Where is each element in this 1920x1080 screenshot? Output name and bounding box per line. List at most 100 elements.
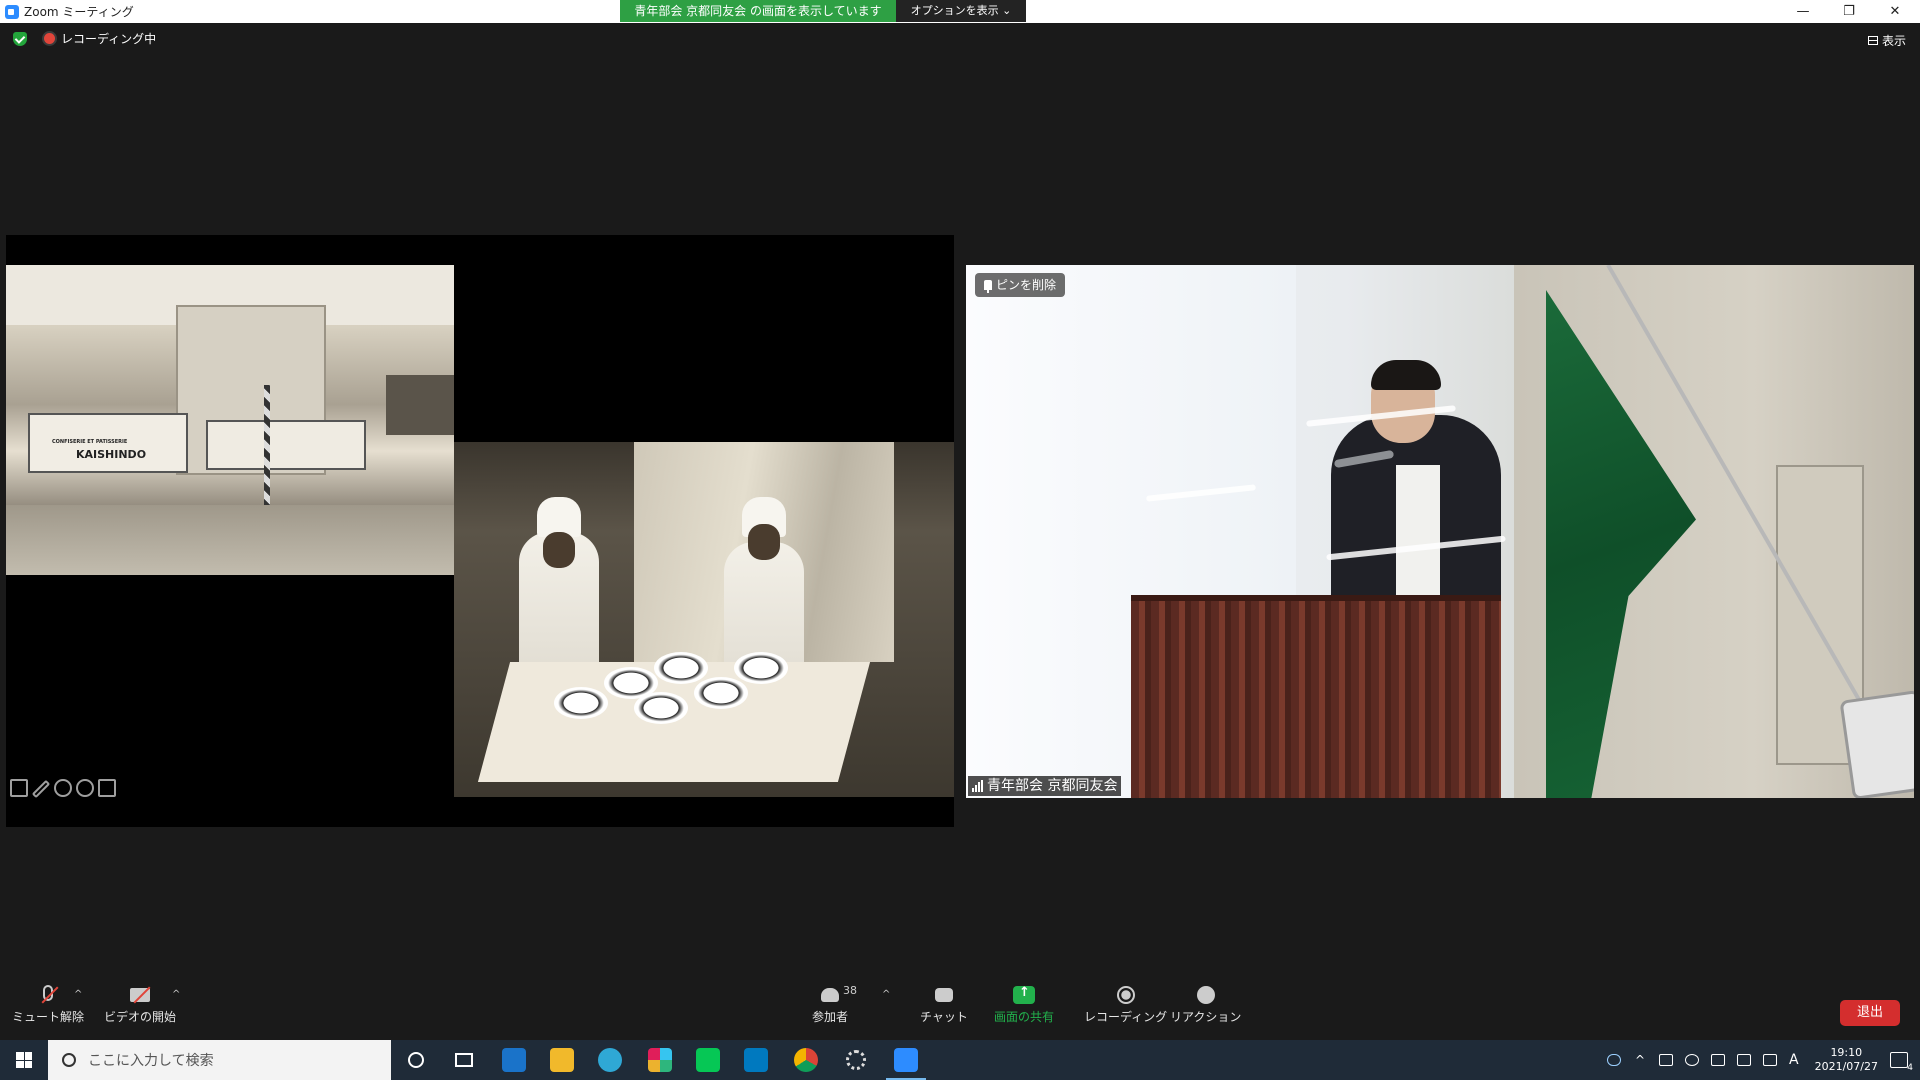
ime-indicator[interactable]: A — [1789, 1052, 1799, 1068]
gear-icon — [846, 1050, 866, 1070]
shop-sign-left: CONFISERIE ET PATISSERIE KAISHINDO — [28, 413, 188, 473]
restore-button[interactable]: ❐ — [1826, 0, 1872, 23]
volume-icon[interactable] — [1763, 1054, 1778, 1066]
tray-sync-icon[interactable] — [1685, 1054, 1700, 1066]
start-button[interactable] — [0, 1040, 48, 1080]
taskbar-app-trello[interactable] — [732, 1040, 780, 1080]
shared-screen[interactable]: CONFISERIE ET PATISSERIE KAISHINDO — [6, 235, 954, 827]
spotlight-icon[interactable] — [76, 779, 94, 797]
search-placeholder: ここに入力して検索 — [88, 1053, 214, 1069]
photo-street — [6, 505, 454, 575]
start-video-button[interactable]: ビデオの開始 — [104, 985, 176, 1025]
stamp-icon[interactable] — [54, 779, 72, 797]
window-title: Zoom ミーティング — [24, 5, 134, 19]
chat-icon — [933, 985, 955, 1005]
pin-icon — [984, 280, 992, 293]
participants-count: 38 — [843, 984, 857, 997]
previous-arrow-icon[interactable] — [10, 779, 28, 797]
grid-view-icon — [1867, 36, 1878, 45]
chef-hat-left — [537, 497, 581, 537]
participant-name-tag: 青年部会 京都同友会 — [968, 776, 1122, 796]
minimize-button[interactable]: — — [1780, 0, 1826, 23]
cortana-icon — [408, 1052, 424, 1068]
network-icon[interactable] — [1711, 1054, 1726, 1066]
zoom-app-icon — [5, 4, 19, 19]
taskbar-app-edge[interactable] — [586, 1040, 634, 1080]
taskbar-app-slack[interactable] — [636, 1040, 684, 1080]
taskbar-app-dw[interactable] — [490, 1040, 538, 1080]
start-video-label: ビデオの開始 — [104, 1010, 177, 1024]
participant-video[interactable]: ピンを削除 青年部会 京都同友会 — [966, 265, 1914, 798]
share-screen-icon — [1013, 985, 1035, 1005]
task-view-button[interactable] — [440, 1040, 488, 1080]
cake — [634, 692, 688, 724]
recording-icon — [44, 33, 55, 44]
dropbox-icon[interactable] — [1737, 1054, 1752, 1066]
reactions-icon — [1195, 985, 1217, 1005]
task-view-icon — [455, 1053, 473, 1067]
folder-icon — [550, 1048, 574, 1072]
chat-button[interactable]: チャット — [920, 985, 968, 1025]
taskbar-app-line[interactable] — [684, 1040, 732, 1080]
photo-roof — [386, 375, 454, 435]
bakers-photo — [454, 442, 954, 797]
windows-taskbar: ここに入力して検索 ^ A 19:10 2021/07/27 4 — [0, 1040, 1920, 1080]
unpin-button[interactable]: ピンを削除 — [975, 273, 1066, 297]
taskbar-app-zoom[interactable] — [882, 1040, 930, 1080]
cake — [654, 652, 708, 684]
edge-icon — [598, 1048, 622, 1072]
tray-app-icon[interactable] — [1659, 1054, 1674, 1066]
next-arrow-icon[interactable] — [98, 779, 116, 797]
video-options-chevron-icon[interactable]: ^ — [172, 989, 180, 1000]
clock[interactable]: 19:10 2021/07/27 — [1815, 1046, 1878, 1074]
encryption-shield-icon[interactable] — [13, 31, 27, 46]
leave-button[interactable]: 退出 — [1840, 1000, 1900, 1026]
view-button[interactable]: 表示 — [1867, 32, 1906, 49]
line-icon — [696, 1048, 720, 1072]
video-laptop — [1839, 689, 1914, 798]
notification-center-icon[interactable]: 4 — [1890, 1052, 1913, 1073]
microphone-muted-icon — [37, 985, 59, 1005]
recording-label[interactable]: レコーディング中 — [61, 30, 156, 47]
participants-label: 参加者 — [812, 1010, 849, 1024]
chef-face-right — [748, 524, 780, 560]
share-banner-text: 青年部会 京都同友会 の画面を表示しています — [620, 0, 896, 22]
view-options-button[interactable]: オプションを表示 ⌄ — [896, 0, 1026, 22]
shop-sign-name: KAISHINDO — [76, 448, 147, 461]
participant-name: 青年部会 京都同友会 — [987, 778, 1118, 794]
cake — [734, 652, 788, 684]
participants-button[interactable]: 38 参加者 — [812, 984, 857, 1025]
cortana-button[interactable] — [392, 1040, 440, 1080]
close-button[interactable]: ✕ — [1872, 0, 1918, 23]
show-hidden-icons-chevron-icon[interactable]: ^ — [1635, 1053, 1645, 1067]
video-podium — [1131, 595, 1501, 798]
weather-icon[interactable] — [1606, 1054, 1621, 1066]
taskbar-app-settings[interactable] — [832, 1040, 880, 1080]
share-screen-label: 画面の共有 — [994, 1010, 1055, 1024]
signal-bars-icon — [972, 780, 983, 792]
unpin-label: ピンを削除 — [996, 278, 1057, 292]
system-tray: ^ A 19:10 2021/07/27 4 — [1601, 1040, 1920, 1080]
record-button[interactable]: レコーディング — [1084, 985, 1167, 1025]
view-options-label: オプションを表示 — [910, 4, 999, 17]
taskbar-app-chrome[interactable] — [782, 1040, 830, 1080]
zoom-icon — [894, 1048, 918, 1072]
record-icon — [1115, 985, 1137, 1005]
speaker-hair — [1371, 360, 1441, 390]
taskbar-search[interactable]: ここに入力して検索 — [48, 1040, 391, 1080]
pen-icon[interactable] — [31, 779, 51, 799]
participants-icon: 38 — [819, 984, 857, 1005]
cake — [554, 687, 608, 719]
taskbar-app-explorer[interactable] — [538, 1040, 586, 1080]
speaker-shirt — [1396, 465, 1440, 605]
share-screen-button[interactable]: 画面の共有 — [994, 985, 1054, 1025]
share-banner: 青年部会 京都同友会 の画面を表示しています オプションを表示 ⌄ — [620, 0, 1026, 22]
participants-options-chevron-icon[interactable]: ^ — [882, 989, 890, 1000]
chat-label: チャット — [920, 1010, 968, 1024]
trello-icon — [744, 1048, 768, 1072]
shop-subsign: CONFISERIE ET PATISSERIE — [52, 439, 128, 445]
audio-options-chevron-icon[interactable]: ^ — [74, 989, 82, 1000]
notification-count: 4 — [1907, 1063, 1913, 1073]
reactions-button[interactable]: リアクション — [1170, 985, 1241, 1025]
reactions-label: リアクション — [1170, 1010, 1242, 1024]
